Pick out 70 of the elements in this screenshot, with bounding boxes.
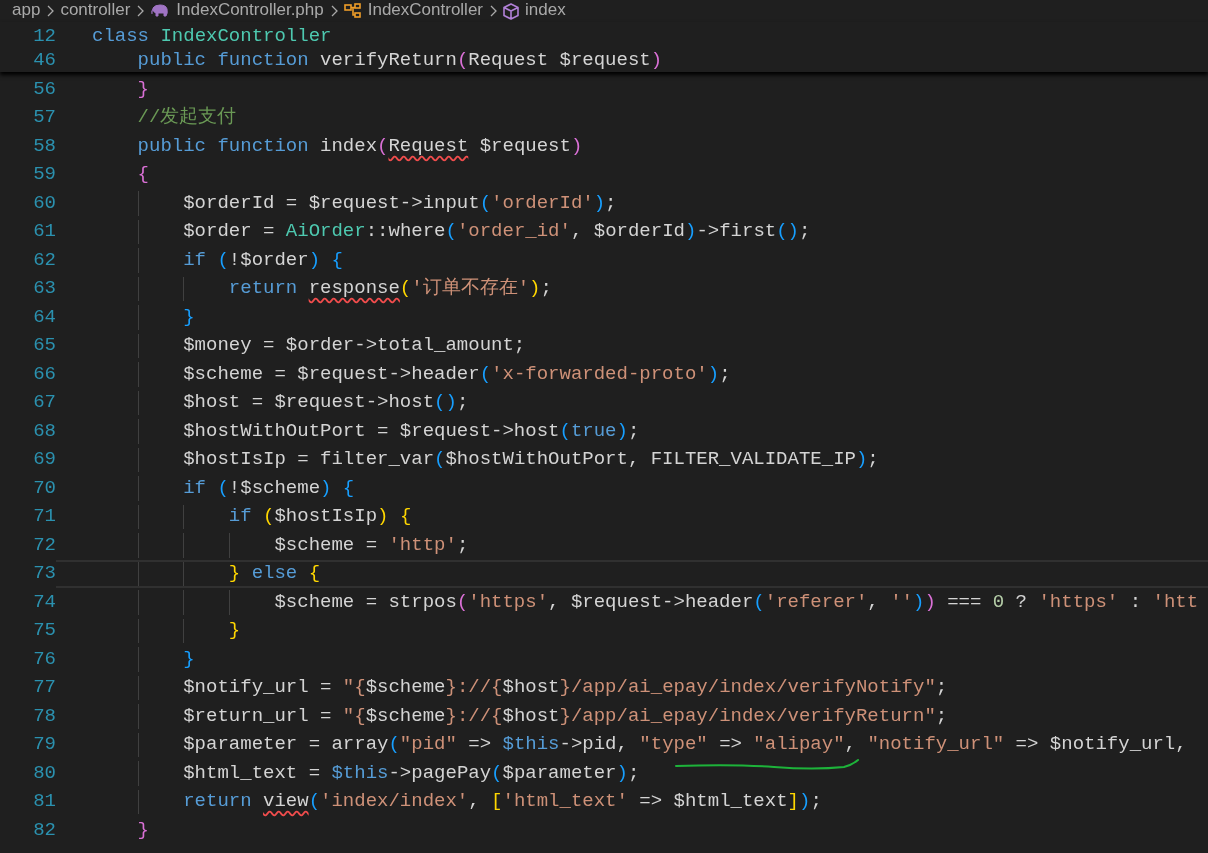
code-line: //发起支付 <box>136 108 237 128</box>
code-line: public function verifyReturn(Request $request) <box>136 50 663 70</box>
code-line: if (!$order) { <box>182 250 343 270</box>
line-number: 73 <box>32 564 56 584</box>
code-line: } <box>136 79 149 99</box>
code-line: $scheme = 'http'; <box>273 535 469 555</box>
code-line: $hostIsIp = filter_var($hostWithOutPort, FILTER_VALIDATE_IP); <box>182 450 879 470</box>
line-number: 69 <box>32 450 56 470</box>
line-number: 79 <box>32 735 56 755</box>
line-number: 57 <box>32 108 56 128</box>
line-number: 75 <box>32 621 56 641</box>
line-number: 67 <box>32 393 56 413</box>
line-number: 63 <box>32 279 56 299</box>
elephant-icon <box>150 4 171 18</box>
code-line: $order = AiOrder::where('order_id', $orderId)->first(); <box>182 222 811 242</box>
breadcrumb-item[interactable]: app <box>12 0 41 18</box>
line-number: 68 <box>32 421 56 441</box>
line-number: 72 <box>32 535 56 555</box>
line-number: 12 <box>32 26 56 46</box>
code-line: class IndexController <box>92 26 332 46</box>
line-number: 61 <box>32 222 56 242</box>
code-line: return view('index/index', ['html_text' => $html_text]); <box>182 792 822 812</box>
line-number: 60 <box>32 193 56 213</box>
line-number: 56 <box>32 79 56 99</box>
code-line: } else { <box>227 564 321 584</box>
code-line: $scheme = strpos('https', $request->header('referer', '')) === 0 ? 'https' : 'htt <box>273 592 1199 612</box>
cube-icon <box>503 2 519 20</box>
code-line: $html_text = $this->pagePay($parameter); <box>182 763 640 783</box>
line-number: 80 <box>32 763 56 783</box>
code-line: } <box>182 307 195 327</box>
line-number: 81 <box>32 792 56 812</box>
code-line: } <box>136 820 149 840</box>
code-line: if ($hostIsIp) { <box>227 507 412 527</box>
code-line: { <box>136 165 149 185</box>
code-line: $money = $order->total_amount; <box>182 336 526 356</box>
class-icon <box>343 3 362 19</box>
line-number: 46 <box>32 50 56 70</box>
code-line: } <box>227 621 241 641</box>
code-line: public function index(Request $request) <box>136 136 583 156</box>
line-number: 58 <box>32 136 56 156</box>
line-number: 71 <box>32 507 56 527</box>
line-number: 59 <box>32 165 56 185</box>
breadcrumb-item[interactable]: controller <box>60 0 131 18</box>
line-number: 66 <box>32 364 56 384</box>
code-line: $notify_url = "{$scheme}://{$host}/app/ai_epay/index/verifyNotify"; <box>182 678 948 698</box>
code-line: return response('订单不存在'); <box>227 279 552 299</box>
code-line: } <box>182 649 195 669</box>
line-number: 62 <box>32 250 56 270</box>
code-line: $orderId = $request->input('orderId'); <box>182 193 617 213</box>
breadcrumb-item[interactable]: IndexController <box>367 0 483 18</box>
code-line: if (!$scheme) { <box>182 478 355 498</box>
code-line: $return_url = "{$scheme}://{$host}/app/ai_epay/index/verifyReturn"; <box>182 706 948 726</box>
line-number: 64 <box>32 307 56 327</box>
line-number: 74 <box>32 592 56 612</box>
breadcrumb-item[interactable]: IndexController.php <box>176 0 324 18</box>
line-number: 76 <box>32 649 56 669</box>
code-line: $scheme = $request->header('x-forwarded-proto'); <box>182 364 731 384</box>
chevron-right-icon <box>329 5 338 17</box>
breadcrumb-item[interactable]: index <box>525 0 566 18</box>
line-number: 78 <box>32 706 56 726</box>
line-number: 65 <box>32 336 56 356</box>
line-number: 77 <box>32 678 56 698</box>
chevron-right-icon <box>46 5 55 17</box>
code-line: $host = $request->host(); <box>182 393 469 413</box>
code-line: $hostWithOutPort = $request->host(true); <box>182 421 640 441</box>
chevron-right-icon <box>136 5 145 17</box>
line-number: 82 <box>32 820 56 840</box>
code-line: $parameter = array("pid" => $this->pid, "type" => "alipay", "notify_url" => $notify_url, <box>182 735 1187 755</box>
chevron-right-icon <box>489 5 497 17</box>
line-number: 70 <box>32 478 56 498</box>
